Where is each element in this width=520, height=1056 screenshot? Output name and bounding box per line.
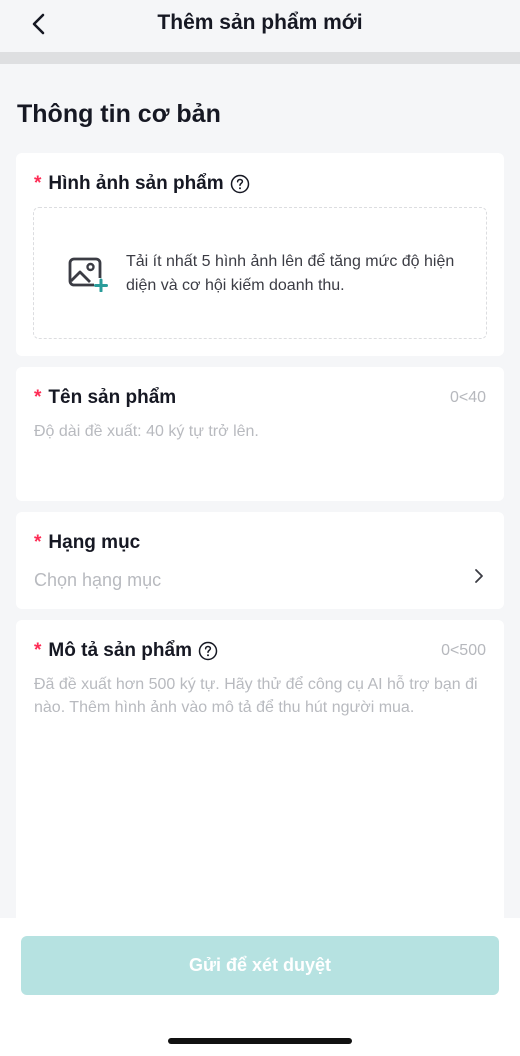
product-images-label: Hình ảnh sản phẩm xyxy=(48,173,224,194)
product-name-counter: 0<40 xyxy=(449,389,486,406)
category-select[interactable]: Chọn hạng mục xyxy=(34,569,161,592)
product-images-card: * Hình ảnh sản phẩm Tải ít nhất 5 hình ả… xyxy=(16,153,504,356)
help-circle-icon[interactable] xyxy=(198,641,218,661)
description-label-row: * Mô tả sản phẩm xyxy=(34,640,218,662)
required-mark: * xyxy=(34,532,42,553)
description-counter: 0<500 xyxy=(441,642,486,659)
category-label-row: * Hạng mục xyxy=(34,532,140,554)
page-title: Thêm sản phẩm mới xyxy=(157,11,363,34)
top-bar: Thêm sản phẩm mới xyxy=(0,0,520,52)
description-card[interactable]: * Mô tả sản phẩm 0<500 Đã đề xuất hơn 50… xyxy=(16,620,504,940)
product-name-label-row: * Tên sản phẩm xyxy=(34,387,176,409)
chevron-left-icon xyxy=(32,13,45,35)
help-circle-icon[interactable] xyxy=(230,174,250,194)
description-textarea[interactable]: Đã đề xuất hơn 500 ký tự. Hãy thử để côn… xyxy=(34,673,484,719)
home-indicator xyxy=(168,1038,352,1044)
category-card[interactable]: * Hạng mục Chọn hạng mục xyxy=(16,512,504,609)
product-name-label: Tên sản phẩm xyxy=(48,387,177,408)
chevron-right-icon xyxy=(474,568,484,589)
required-mark: * xyxy=(34,387,42,408)
required-mark: * xyxy=(34,640,42,661)
description-label: Mô tả sản phẩm xyxy=(48,640,192,661)
add-image-icon xyxy=(68,256,108,297)
category-label: Hạng mục xyxy=(48,532,141,553)
required-mark: * xyxy=(34,173,42,194)
section-title: Thông tin cơ bản xyxy=(17,100,221,128)
submit-for-review-button[interactable]: Gửi để xét duyệt xyxy=(21,936,499,995)
back-button[interactable] xyxy=(26,10,52,38)
product-name-input[interactable]: Độ dài đề xuất: 40 ký tự trở lên. xyxy=(34,420,259,443)
header-divider xyxy=(0,52,520,64)
upload-hint: Tải ít nhất 5 hình ảnh lên để tăng mức đ… xyxy=(126,253,455,294)
image-upload-area[interactable]: Tải ít nhất 5 hình ảnh lên để tăng mức đ… xyxy=(33,207,487,339)
product-images-label-row: * Hình ảnh sản phẩm xyxy=(34,173,250,195)
product-name-card[interactable]: * Tên sản phẩm 0<40 Độ dài đề xuất: 40 k… xyxy=(16,367,504,501)
bottom-action-bar: Gửi để xét duyệt xyxy=(0,918,520,1056)
